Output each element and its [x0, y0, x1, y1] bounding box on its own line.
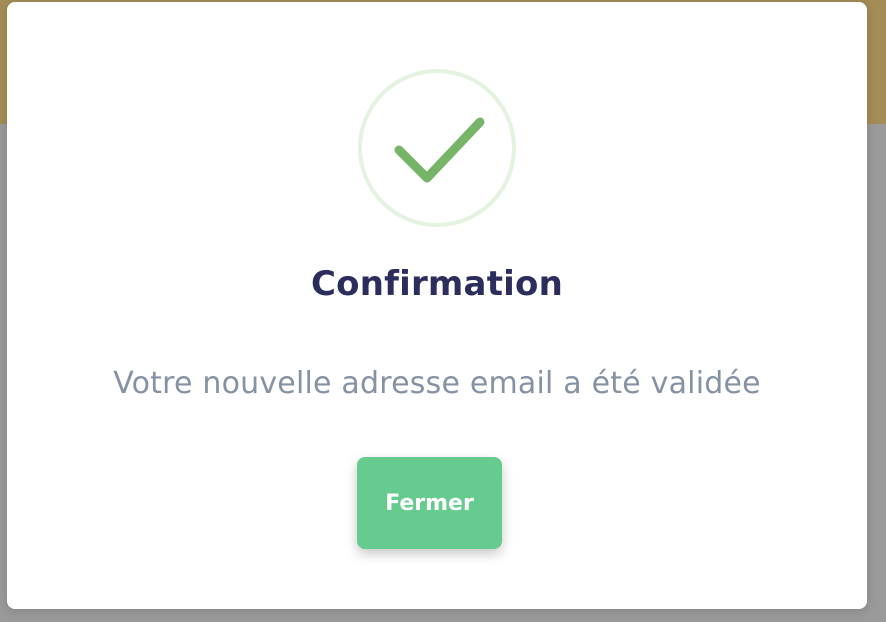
close-button[interactable]: Fermer [357, 457, 502, 549]
dialog-title: Confirmation [311, 264, 563, 304]
check-icon [358, 69, 516, 227]
dialog-message: Votre nouvelle adresse email a été valid… [113, 366, 761, 401]
confirmation-dialog: Confirmation Votre nouvelle adresse emai… [7, 2, 867, 609]
